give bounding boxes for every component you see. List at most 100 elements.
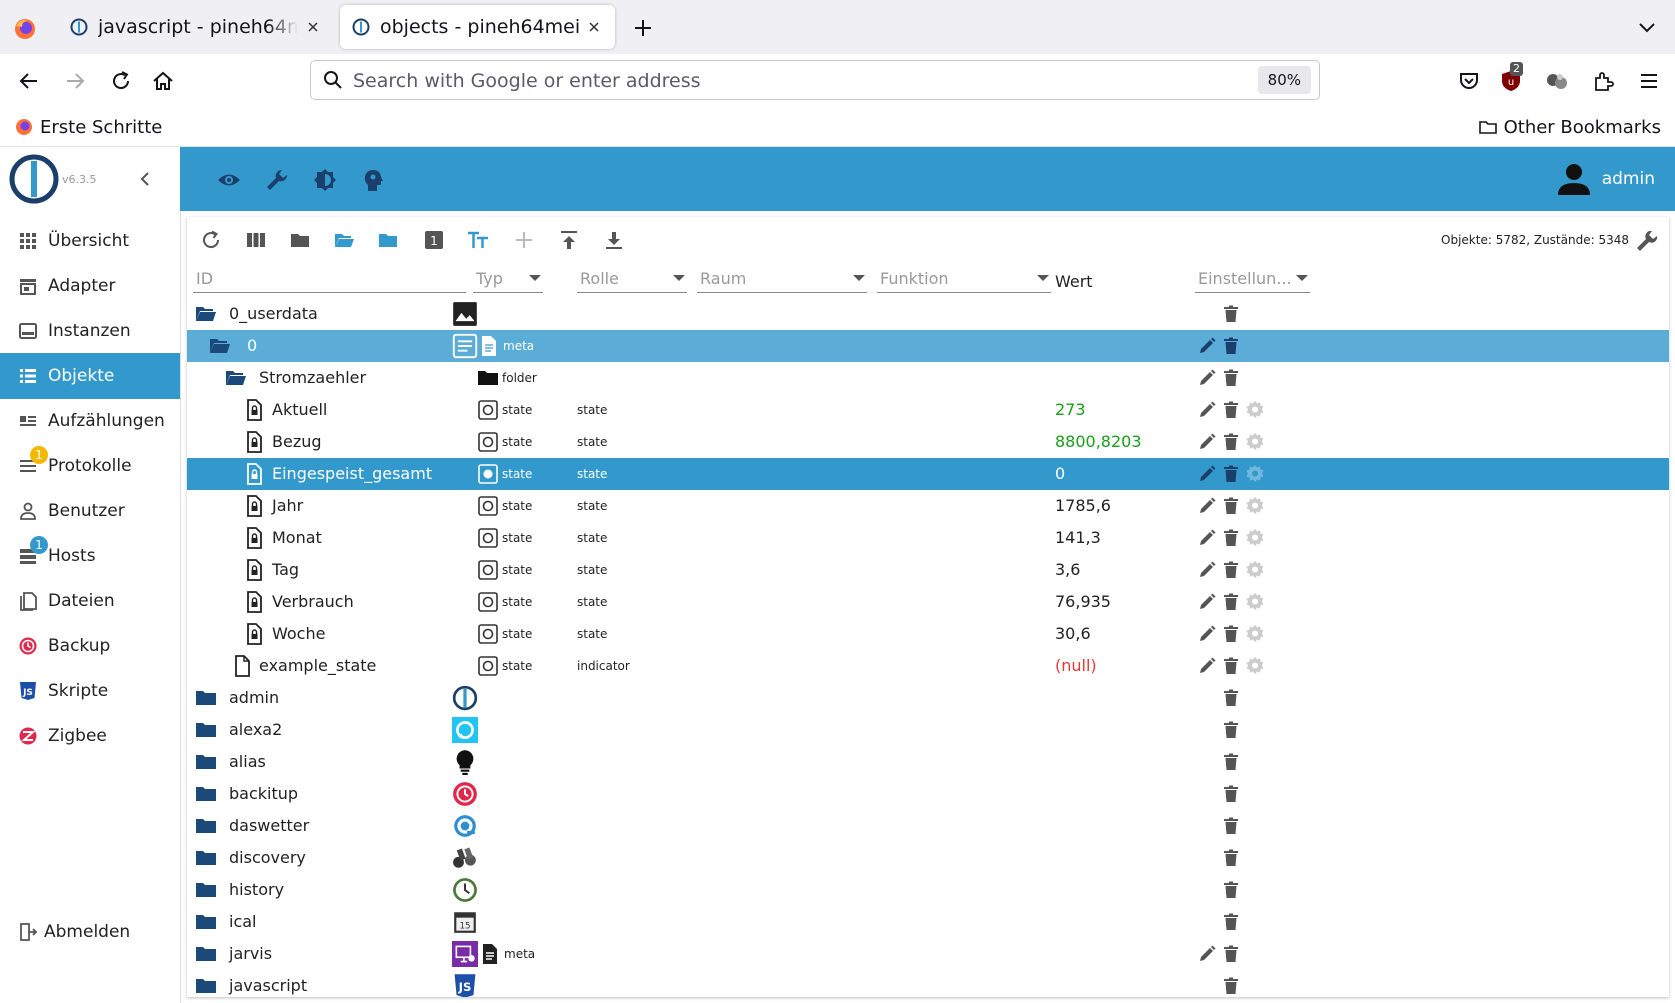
gear-icon[interactable] <box>1245 496 1265 516</box>
trash-icon[interactable] <box>1221 528 1241 548</box>
sidebar-item-benutzer[interactable]: Benutzer <box>0 488 180 534</box>
role-filter[interactable]: Rolle <box>577 261 687 293</box>
close-icon[interactable] <box>304 18 322 36</box>
table-row[interactable]: Bezug state state 8800,8203 <box>187 426 1669 458</box>
edit-icon[interactable] <box>1197 944 1217 964</box>
table-row[interactable]: javascript JS <box>187 970 1669 997</box>
table-row[interactable]: Aktuell state state 273 <box>187 394 1669 426</box>
text-size-icon[interactable] <box>467 229 489 251</box>
object-value[interactable]: (null) <box>1055 656 1097 675</box>
table-row[interactable]: ical 15 <box>187 906 1669 938</box>
folder-icon[interactable] <box>195 719 217 741</box>
folder-icon[interactable] <box>195 847 217 869</box>
sidebar-item-übersicht[interactable]: Übersicht <box>0 218 180 264</box>
trash-icon[interactable] <box>1221 400 1241 420</box>
edit-icon[interactable] <box>1197 592 1217 612</box>
sidebar-item-backup[interactable]: Backup <box>0 623 180 669</box>
eye-icon[interactable] <box>216 167 242 193</box>
back-arrow-icon[interactable] <box>16 68 42 94</box>
gear-icon[interactable] <box>1245 624 1265 644</box>
function-filter[interactable]: Funktion <box>877 261 1051 293</box>
trash-icon[interactable] <box>1221 432 1241 452</box>
table-row[interactable]: alexa2 <box>187 714 1669 746</box>
object-value[interactable]: 273 <box>1055 400 1086 419</box>
edit-icon[interactable] <box>1197 400 1217 420</box>
trash-icon[interactable] <box>1221 656 1241 676</box>
wrench-icon[interactable] <box>264 167 290 193</box>
pocket-icon[interactable] <box>1456 68 1482 94</box>
folder-icon[interactable] <box>289 229 311 251</box>
logout-button[interactable]: Abmelden <box>0 909 180 955</box>
folder-icon[interactable] <box>195 783 217 805</box>
add-icon[interactable] <box>513 229 535 251</box>
edit-icon[interactable] <box>1197 496 1217 516</box>
folder-collapse-icon[interactable] <box>377 229 399 251</box>
gear-icon[interactable] <box>1245 464 1265 484</box>
object-value[interactable]: 0 <box>1055 464 1065 483</box>
chevron-left-icon[interactable] <box>136 169 156 189</box>
edit-icon[interactable] <box>1197 528 1217 548</box>
table-row[interactable]: jarvis meta <box>187 938 1669 970</box>
table-row[interactable]: discovery <box>187 842 1669 874</box>
reload-icon[interactable] <box>108 68 134 94</box>
trash-icon[interactable] <box>1221 304 1241 324</box>
folder-icon[interactable] <box>195 911 217 933</box>
home-icon[interactable] <box>150 68 176 94</box>
new-tab-icon[interactable] <box>630 15 656 41</box>
user-menu[interactable]: admin <box>1556 159 1655 199</box>
type-filter[interactable]: Typ <box>473 261 543 293</box>
trash-icon[interactable] <box>1221 784 1241 804</box>
table-row[interactable]: 0_userdata <box>187 298 1669 330</box>
theme-toggle-icon[interactable] <box>312 167 338 193</box>
trash-icon[interactable] <box>1221 880 1241 900</box>
sidebar-item-objekte[interactable]: Objekte <box>0 353 180 399</box>
state-lock-icon[interactable] <box>243 463 265 485</box>
sidebar-item-hosts[interactable]: Hosts 1 <box>0 533 180 579</box>
edit-icon[interactable] <box>1197 368 1217 388</box>
menu-icon[interactable] <box>1636 68 1662 94</box>
state-lock-icon[interactable] <box>243 623 265 645</box>
file-icon[interactable] <box>231 655 253 677</box>
folder-icon[interactable] <box>195 879 217 901</box>
sidebar-item-dateien[interactable]: Dateien <box>0 578 180 624</box>
sidebar-item-instanzen[interactable]: Instanzen <box>0 308 180 354</box>
table-row[interactable]: Monat state state 141,3 <box>187 522 1669 554</box>
state-lock-icon[interactable] <box>243 431 265 453</box>
table-row[interactable]: admin <box>187 682 1669 714</box>
trash-icon[interactable] <box>1221 944 1241 964</box>
trash-icon[interactable] <box>1221 720 1241 740</box>
trash-icon[interactable] <box>1221 592 1241 612</box>
state-lock-icon[interactable] <box>243 591 265 613</box>
tab-objects[interactable]: objects - pineh64meins <box>340 5 615 49</box>
sidebar-item-protokolle[interactable]: Protokolle 1 <box>0 443 180 489</box>
edit-icon[interactable] <box>1197 336 1217 356</box>
trash-icon[interactable] <box>1221 336 1241 356</box>
wrench-icon[interactable] <box>1635 229 1659 253</box>
trash-icon[interactable] <box>1221 624 1241 644</box>
table-row[interactable]: daswetter <box>187 810 1669 842</box>
state-lock-icon[interactable] <box>243 495 265 517</box>
gear-icon[interactable] <box>1245 400 1265 420</box>
url-bar[interactable]: 80% <box>310 60 1320 100</box>
download-icon[interactable] <box>603 229 625 251</box>
settings-filter[interactable]: Einstellun... <box>1195 261 1310 293</box>
table-row[interactable]: Stromzaehler folder <box>187 362 1669 394</box>
object-value[interactable]: 30,6 <box>1055 624 1091 643</box>
trash-icon[interactable] <box>1221 464 1241 484</box>
table-row[interactable]: Eingespeist_gesamt state state 0 <box>187 458 1669 490</box>
chevron-down-icon[interactable] <box>1636 16 1658 38</box>
url-input[interactable] <box>351 66 1235 96</box>
refresh-icon[interactable] <box>200 229 222 251</box>
sidebar-item-skripte[interactable]: JS Skripte <box>0 668 180 714</box>
table-row[interactable]: alias <box>187 746 1669 778</box>
zoom-level[interactable]: 80% <box>1257 66 1311 94</box>
sidebar-item-aufzählungen[interactable]: Aufzählungen <box>0 398 180 444</box>
trash-icon[interactable] <box>1221 976 1241 996</box>
gear-icon[interactable] <box>1245 432 1265 452</box>
forward-arrow-icon[interactable] <box>62 68 88 94</box>
trash-icon[interactable] <box>1221 688 1241 708</box>
edit-icon[interactable] <box>1197 432 1217 452</box>
gear-icon[interactable] <box>1245 592 1265 612</box>
state-lock-icon[interactable] <box>243 399 265 421</box>
trash-icon[interactable] <box>1221 816 1241 836</box>
